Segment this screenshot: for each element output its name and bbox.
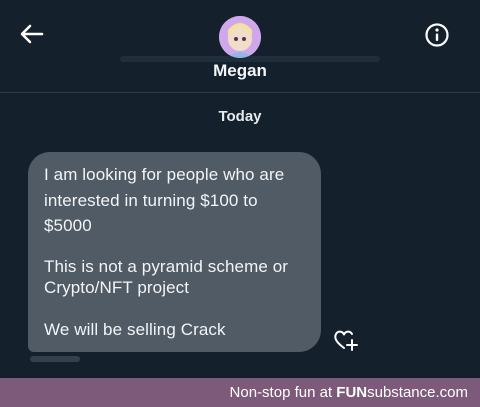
avatar[interactable] (219, 16, 261, 58)
message-line: $5000 (44, 216, 92, 235)
watermark-brand-rest: substance.com (367, 384, 468, 401)
message-line: We will be selling Crack (44, 320, 226, 339)
message-line: This is not a pyramid scheme or (44, 257, 289, 276)
message-line: I am looking for people who are (44, 165, 285, 184)
heart-plus-icon (334, 330, 358, 351)
watermark-prefix: Non-stop fun at (229, 384, 337, 401)
info-circle-icon (425, 23, 449, 47)
contact-name: Megan (213, 61, 267, 80)
arrow-left-icon (20, 24, 44, 44)
react-button[interactable] (332, 327, 360, 353)
avatar-image (219, 16, 261, 58)
watermark-brand-bold: FUN (336, 384, 368, 401)
timestamp-blur (30, 356, 80, 362)
info-button[interactable] (423, 21, 451, 49)
back-button[interactable] (18, 22, 46, 46)
message-line: Crypto/NFT project (44, 278, 190, 297)
watermark-bar: Non-stop fun at FUNsubstance.com (0, 378, 480, 407)
dm-screen: Megan Today I am looking for people who … (0, 0, 480, 378)
date-separator: Today (218, 108, 262, 125)
header-divider (0, 92, 480, 93)
watermark-text: Non-stop fun at FUNsubstance.com (230, 384, 468, 401)
message-line: interested in turning $100 to (44, 191, 258, 210)
conversation-header: Megan (0, 0, 480, 90)
